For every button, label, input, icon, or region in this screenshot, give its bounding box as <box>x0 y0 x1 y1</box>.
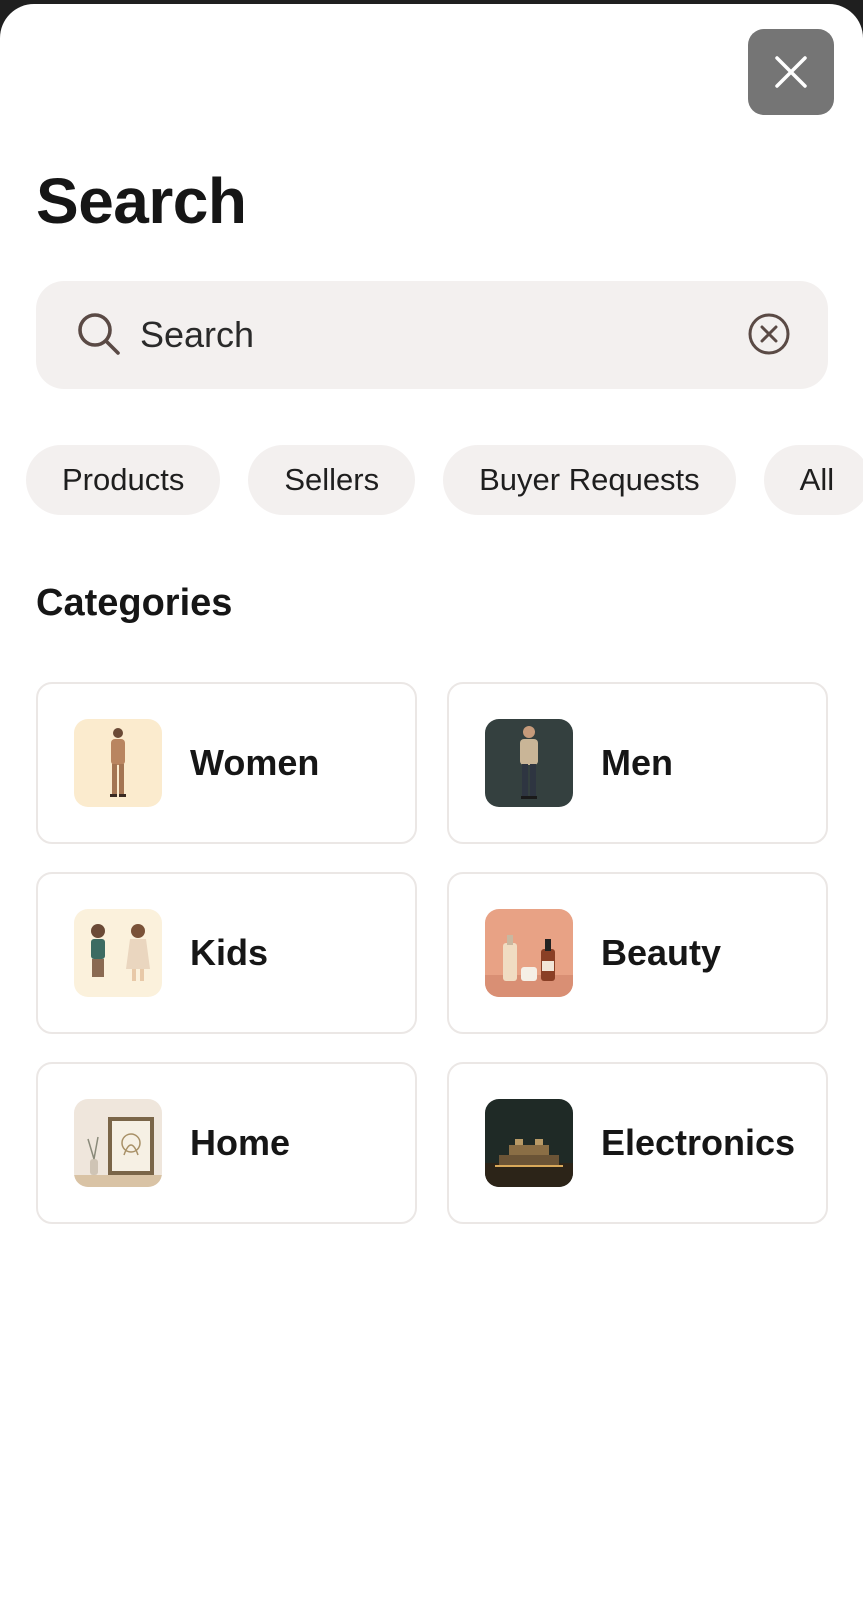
filter-chip-buyer-requests[interactable]: Buyer Requests <box>443 445 736 515</box>
close-button[interactable] <box>748 29 834 115</box>
search-bar[interactable] <box>36 281 828 389</box>
category-grid: Women Men Kids Beauty Home Electronics <box>36 682 828 1224</box>
home-thumbnail <box>74 1099 162 1187</box>
category-card-men[interactable]: Men <box>447 682 828 844</box>
search-icon <box>78 313 120 355</box>
page-title: Search <box>36 165 247 237</box>
category-label: Men <box>601 742 673 783</box>
category-card-kids[interactable]: Kids <box>36 872 417 1034</box>
category-label: Electronics <box>601 1122 796 1163</box>
search-sheet: Search Products Sellers Buyer Requests A… <box>0 4 863 1600</box>
beauty-thumbnail <box>485 909 573 997</box>
categories-heading: Categories <box>36 582 233 624</box>
clear-search-icon[interactable] <box>742 307 796 361</box>
category-card-electronics[interactable]: Electronics <box>447 1062 828 1224</box>
women-thumbnail <box>74 719 162 807</box>
close-icon <box>775 56 807 88</box>
men-thumbnail <box>485 719 573 807</box>
category-label: Home <box>190 1122 291 1163</box>
filter-chip-sellers[interactable]: Sellers <box>248 445 416 515</box>
electronics-thumbnail <box>485 1099 573 1187</box>
category-card-home[interactable]: Home <box>36 1062 417 1224</box>
category-label: Kids <box>190 932 269 973</box>
category-card-beauty[interactable]: Beauty <box>447 872 828 1034</box>
filter-chip-all[interactable]: All <box>763 445 863 515</box>
search-input[interactable] <box>140 303 740 367</box>
category-card-women[interactable]: Women <box>36 682 417 844</box>
kids-thumbnail <box>74 909 162 997</box>
filter-chip-products[interactable]: Products <box>26 445 221 515</box>
filter-chips: Products Sellers Buyer Requests All <box>26 445 863 515</box>
category-label: Women <box>190 742 320 783</box>
category-label: Beauty <box>601 932 722 973</box>
